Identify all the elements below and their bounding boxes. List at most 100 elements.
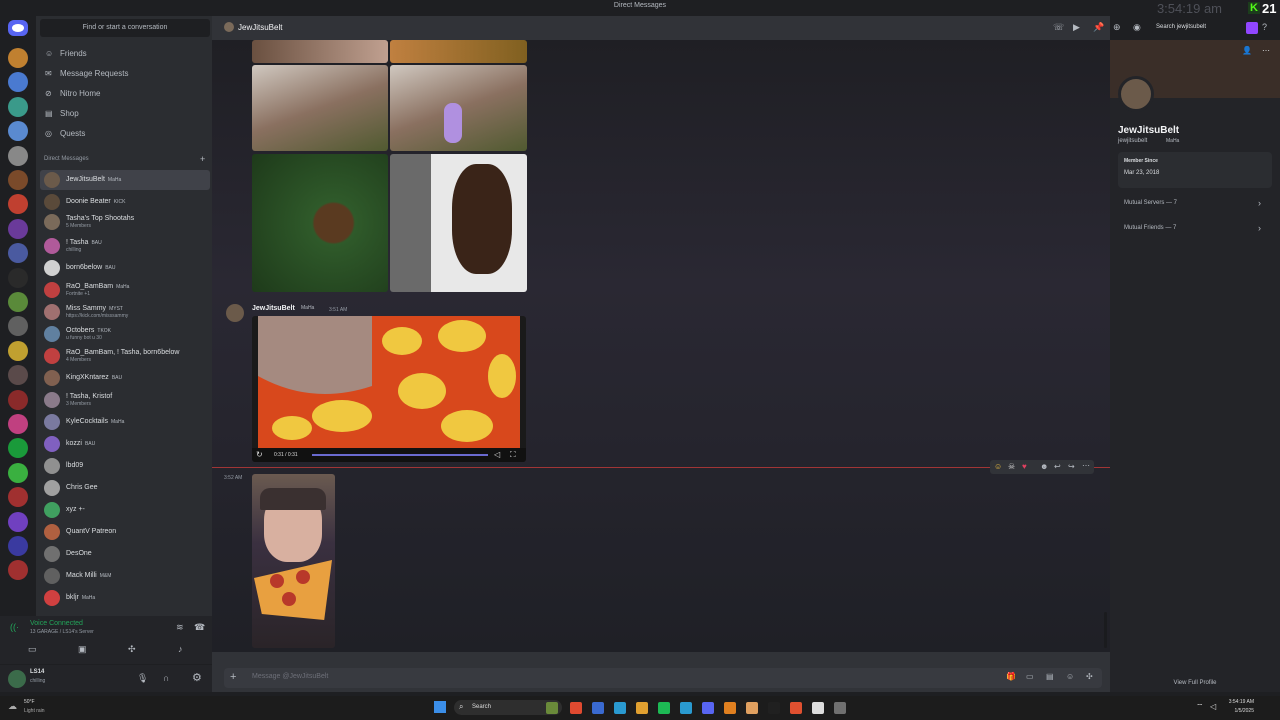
soundboard-icon[interactable]: ♪ xyxy=(178,644,183,654)
dm-item[interactable]: RaO_BamBam MaHa Fortnite +1 xyxy=(40,280,210,300)
mutual-friends-row[interactable]: Mutual Friends — 7 › xyxy=(1118,221,1272,237)
heart-icon[interactable]: ♥ xyxy=(1022,462,1027,471)
dm-item[interactable]: Miss Sammy MYST https://kick.com/misssammy xyxy=(40,302,210,322)
find-conversation-input[interactable]: Find or start a conversation xyxy=(40,19,210,37)
nav-friends[interactable]: ☺ Friends xyxy=(40,45,210,63)
image-attachment[interactable] xyxy=(390,65,527,151)
dm-item[interactable]: ! Tasha BAU chilling xyxy=(40,236,210,256)
taskbar-app-icon[interactable] xyxy=(592,702,604,714)
image-attachment[interactable] xyxy=(390,40,527,63)
image-attachment[interactable] xyxy=(252,40,388,63)
taskbar-app-icon[interactable] xyxy=(658,702,670,714)
create-dm-button[interactable]: + xyxy=(200,154,205,164)
server-icon[interactable] xyxy=(8,536,28,556)
taskbar-app-icon[interactable] xyxy=(746,702,758,714)
more-icon[interactable]: ⋯ xyxy=(1082,461,1090,470)
dm-item[interactable]: JewJitsuBelt MaHa xyxy=(40,170,210,190)
fullscreen-icon[interactable]: ⛶ xyxy=(510,450,516,460)
avatar[interactable] xyxy=(8,670,26,688)
volume-icon[interactable]: ◁ xyxy=(1210,702,1216,711)
headphones-icon[interactable]: ∩ xyxy=(163,673,169,683)
activities-icon[interactable]: ✣ xyxy=(128,644,136,655)
dm-item[interactable]: born6below BAU xyxy=(40,258,210,278)
server-icon[interactable] xyxy=(8,145,28,166)
server-icon[interactable] xyxy=(8,511,28,532)
search-input[interactable]: Search jewjitsubelt xyxy=(1152,21,1244,34)
forward-icon[interactable]: ↪ xyxy=(1068,462,1075,471)
message-author[interactable]: JewJitsuBelt xyxy=(252,305,295,312)
nav-quests[interactable]: ◎ Quests xyxy=(40,125,210,143)
dm-item[interactable]: bkljr MaHa xyxy=(40,588,210,608)
server-icon[interactable] xyxy=(8,340,28,361)
settings-gear-icon[interactable]: ⚙ xyxy=(192,671,202,684)
call-icon[interactable]: ☏ xyxy=(1053,22,1064,33)
server-icon[interactable] xyxy=(8,389,28,410)
dm-item[interactable]: lbd09 xyxy=(40,456,210,476)
dm-item[interactable]: kozzi BAU xyxy=(40,434,210,454)
video-icon[interactable]: ▶ xyxy=(1073,22,1080,33)
scrollbar-thumb[interactable] xyxy=(1104,612,1107,648)
taskbar-app-icon[interactable] xyxy=(570,702,582,714)
dm-item[interactable]: KyleCocktails MaHa xyxy=(40,412,210,432)
server-icon[interactable] xyxy=(8,292,28,312)
image-attachment[interactable] xyxy=(252,154,388,292)
noise-suppression-icon[interactable]: ≋ xyxy=(176,622,184,633)
image-attachment[interactable] xyxy=(252,474,335,648)
more-icon[interactable]: ⋯ xyxy=(1262,46,1270,55)
taskbar-app-icon[interactable] xyxy=(614,702,626,714)
sticker-icon[interactable]: ▤ xyxy=(1046,672,1054,681)
dm-item[interactable]: Mack Milli M&M xyxy=(40,566,210,586)
message-input[interactable]: Message @JewJitsuBelt xyxy=(252,673,328,680)
taskbar-app-icon[interactable] xyxy=(546,702,558,714)
server-icon[interactable] xyxy=(8,170,28,190)
taskbar-app-icon[interactable] xyxy=(724,702,736,714)
apps-icon[interactable]: ✣ xyxy=(1086,672,1093,681)
add-reaction-icon[interactable]: ☻ xyxy=(1040,462,1048,471)
camera-off-icon[interactable]: ▭ xyxy=(28,644,37,655)
volume-icon[interactable]: ◁ xyxy=(494,450,500,459)
taskbar-app-icon[interactable] xyxy=(790,702,802,714)
help-icon[interactable]: ? xyxy=(1262,22,1267,32)
screen-share-icon[interactable]: ▣ xyxy=(78,644,87,655)
message-composer[interactable]: + Message @JewJitsuBelt 🎁 ▭ ▤ ☺ ✣ xyxy=(224,668,1102,688)
nav-nitro-home[interactable]: ⊘ Nitro Home xyxy=(40,85,210,103)
add-friends-icon[interactable]: ⊕ xyxy=(1113,22,1121,33)
add-attachment-icon[interactable]: + xyxy=(230,671,236,683)
dm-item[interactable]: DesOne xyxy=(40,544,210,564)
server-icon[interactable] xyxy=(8,96,28,117)
nav-shop[interactable]: ▤ Shop xyxy=(40,105,210,123)
dm-item[interactable]: ! Tasha, Kristof 3 Members xyxy=(40,390,210,410)
image-attachment[interactable] xyxy=(252,65,388,151)
server-icon[interactable] xyxy=(8,267,28,288)
dm-item[interactable]: QuantV Patreon xyxy=(40,522,210,542)
taskbar-app-icon[interactable] xyxy=(636,702,648,714)
taskbar-app-icon[interactable] xyxy=(680,702,692,714)
dm-item[interactable]: xyz +- xyxy=(40,500,210,520)
dm-item[interactable]: KingXKntarez BAU xyxy=(40,368,210,388)
mutual-servers-row[interactable]: Mutual Servers — 7 › xyxy=(1118,196,1272,212)
dm-item[interactable]: Tasha's Top Shootahs 5 Members xyxy=(40,212,210,232)
server-icon[interactable] xyxy=(8,414,28,434)
microphone-icon[interactable]: 🎙 xyxy=(137,673,148,684)
taskbar-app-icon[interactable] xyxy=(702,702,714,714)
nav-message-requests[interactable]: ✉ Message Requests xyxy=(40,65,210,83)
skull-icon[interactable]: ☠ xyxy=(1008,462,1015,471)
video-attachment[interactable]: ↻ 0:31 / 0:31 ◁ ⛶ xyxy=(252,316,526,462)
gift-icon[interactable]: 🎁 xyxy=(1006,672,1016,681)
avatar[interactable] xyxy=(1118,76,1154,112)
image-attachment[interactable] xyxy=(390,154,527,292)
dm-item[interactable]: RaO_BamBam, ! Tasha, born6below 4 Members xyxy=(40,346,210,366)
windows-start-icon[interactable] xyxy=(434,701,446,713)
reply-icon[interactable]: ↩ xyxy=(1054,462,1061,471)
taskbar-app-icon[interactable] xyxy=(768,702,780,714)
pin-icon[interactable]: 📌 xyxy=(1093,22,1104,33)
disconnect-icon[interactable]: ☎ xyxy=(194,622,205,633)
home-button[interactable] xyxy=(8,20,28,36)
replay-icon[interactable]: ↻ xyxy=(256,450,263,459)
gif-icon[interactable]: ▭ xyxy=(1026,672,1034,681)
network-icon[interactable]: ⌔ xyxy=(1196,702,1204,712)
avatar[interactable] xyxy=(226,304,244,322)
dm-item[interactable]: Chris Gee xyxy=(40,478,210,498)
emoji-icon[interactable]: ☺ xyxy=(994,462,1002,471)
taskbar-app-icon[interactable] xyxy=(834,702,846,714)
